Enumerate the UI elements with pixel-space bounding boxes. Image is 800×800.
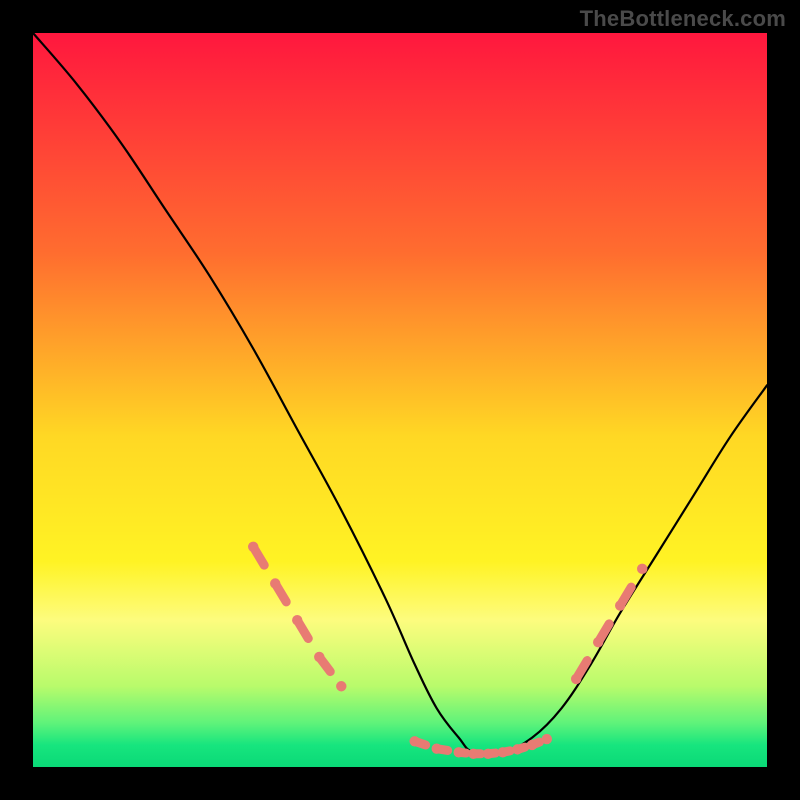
bottleneck-curve xyxy=(33,33,767,754)
highlight-dash xyxy=(576,661,587,679)
highlight-dash xyxy=(275,584,286,602)
highlight-dash xyxy=(437,749,448,751)
highlight-dot xyxy=(542,734,552,744)
highlight-dash xyxy=(532,742,539,745)
highlight-dash xyxy=(459,752,466,753)
chart-frame: TheBottleneck.com xyxy=(0,0,800,800)
watermark-text: TheBottleneck.com xyxy=(580,6,786,32)
curve-svg xyxy=(33,33,767,767)
highlight-dots-group xyxy=(248,542,647,759)
highlight-dot xyxy=(336,681,346,691)
highlight-dash xyxy=(517,747,524,749)
plot-area xyxy=(33,33,767,767)
highlight-dash xyxy=(297,620,308,638)
highlight-dash xyxy=(488,753,495,754)
highlight-dot xyxy=(637,564,647,574)
highlight-dash xyxy=(253,547,264,565)
highlight-dash xyxy=(319,657,330,672)
highlight-dash xyxy=(503,751,510,752)
highlight-dash xyxy=(415,741,426,745)
highlight-dash xyxy=(620,587,631,605)
highlight-dash xyxy=(598,624,609,642)
